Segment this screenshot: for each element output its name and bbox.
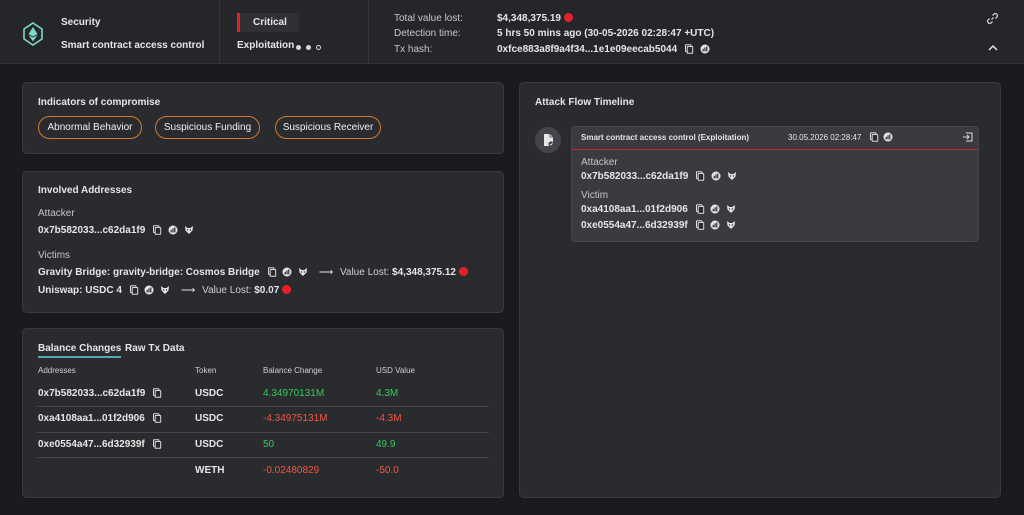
total-value-lost-label: Total value lost: [394, 13, 463, 24]
column-header-usd-value: USD Value [376, 366, 415, 375]
explorer-icon[interactable] [710, 220, 720, 230]
copy-icon[interactable] [684, 44, 694, 54]
attacker-address[interactable]: 0x7b582033...c62da1f9 [38, 225, 194, 236]
alert-dot-icon [282, 285, 292, 294]
explorer-icon[interactable] [168, 225, 178, 235]
table-row-balance-change: 50 [263, 439, 275, 450]
fox-icon[interactable] [160, 285, 170, 295]
event-title: Smart contract access control (Exploitat… [581, 133, 750, 142]
arrow-right-icon: ⟶ [318, 267, 334, 278]
chevron-up-icon[interactable] [988, 44, 998, 51]
card-victim-address[interactable]: 0xa4108aa1...01f2d906 [581, 204, 736, 215]
total-value-lost: $4,348,375.19 [497, 13, 573, 24]
involved-title: Involved Addresses [38, 185, 133, 196]
table-row-usd-value: 4.3M [376, 388, 399, 399]
indicator-pill-suspicious-funding[interactable]: Suspicious Funding [155, 116, 260, 139]
fox-icon[interactable] [298, 267, 308, 277]
alert-dot-icon [458, 267, 468, 276]
event-time: 30.05.2026 02:28:47 [788, 133, 862, 142]
table-row-usd-value: -50.0 [376, 465, 399, 476]
fox-icon[interactable] [726, 204, 736, 214]
column-header-token: Token [195, 366, 217, 375]
explorer-icon[interactable] [144, 285, 154, 295]
copy-icon[interactable] [267, 267, 277, 277]
tab-raw-tx-data[interactable]: Raw Tx Data [125, 343, 184, 354]
link-icon[interactable] [987, 13, 998, 24]
card-victim-label: Victim [581, 190, 609, 201]
ethereum-logo-icon [23, 22, 43, 46]
indicator-pill-suspicious-receiver[interactable]: Suspicious Receiver [275, 116, 381, 139]
stage-progress-dots [296, 42, 326, 53]
timeline-event-card[interactable]: Smart contract access control (Exploitat… [571, 126, 979, 242]
explorer-icon[interactable] [282, 267, 292, 277]
copy-icon[interactable] [152, 225, 162, 235]
table-row-token: USDC [195, 388, 224, 399]
copy-icon[interactable] [869, 132, 879, 142]
explorer-icon[interactable] [700, 44, 710, 54]
column-header-addresses: Addresses [38, 366, 76, 375]
copy-icon[interactable] [695, 171, 705, 181]
table-row-usd-value: -4.3M [376, 413, 402, 424]
table-row-balance-change: 4.34970131M [263, 388, 325, 399]
fox-icon[interactable] [727, 171, 737, 181]
table-row-address[interactable]: 0xe0554a47...6d32939f [38, 439, 162, 450]
copy-icon[interactable] [695, 220, 705, 230]
indicators-title: Indicators of compromise [38, 97, 161, 108]
table-row-token: WETH [195, 465, 225, 476]
arrow-right-icon: ⟶ [181, 285, 196, 296]
card-attacker-label: Attacker [581, 157, 618, 168]
copy-icon[interactable] [152, 439, 162, 449]
card-attacker-address[interactable]: 0x7b582033...c62da1f9 [581, 171, 737, 182]
column-header-balance-change: Balance Change [263, 366, 323, 375]
copy-icon[interactable] [152, 413, 162, 423]
tab-balance-changes[interactable]: Balance Changes [38, 343, 122, 358]
severity-badge: Critical [237, 13, 299, 32]
involved-addresses-panel: Involved Addresses Attacker 0x7b582033..… [22, 171, 504, 313]
table-row-address[interactable]: 0x7b582033...c62da1f9 [38, 388, 162, 399]
tx-hash-label: Tx hash: [394, 44, 433, 55]
fox-icon[interactable] [726, 220, 736, 230]
explorer-icon[interactable] [710, 204, 720, 214]
copy-icon[interactable] [129, 285, 139, 295]
category-label: Security [61, 17, 101, 28]
explorer-icon[interactable] [883, 132, 893, 142]
timeline-event-header: Smart contract access control (Exploitat… [572, 127, 978, 150]
stage-label: Exploitation [237, 40, 295, 51]
incident-header: Security Smart contract access control C… [0, 0, 1024, 64]
fox-icon[interactable] [184, 225, 194, 235]
victim-row[interactable]: Gravity Bridge: gravity-bridge: Cosmos B… [38, 267, 468, 278]
card-victim-address[interactable]: 0xe0554a47...6d32939f [581, 220, 736, 231]
table-row-balance-change: -0.02480829 [263, 465, 320, 476]
table-row-usd-value: 49.9 [376, 439, 396, 450]
tx-hash: 0xfce883a8f9a4f34...1e1e09eecab5044 [497, 44, 710, 55]
table-row-balance-change: -4.34975131M [263, 413, 328, 424]
attacker-label: Attacker [38, 208, 75, 219]
table-row-token: USDC [195, 439, 224, 450]
victim-row[interactable]: Uniswap: USDC 4 ⟶ Value Lost: $0.07 [38, 285, 292, 296]
exit-icon[interactable] [962, 132, 973, 142]
copy-icon[interactable] [152, 388, 162, 398]
copy-icon[interactable] [695, 204, 705, 214]
victims-label: Victims [38, 250, 71, 261]
alert-dot-icon [563, 13, 573, 22]
document-icon [535, 127, 561, 153]
explorer-icon[interactable] [711, 171, 721, 181]
detection-time: 5 hrs 50 mins ago (30-05-2026 02:28:47 +… [497, 28, 715, 39]
table-row-address[interactable]: 0xa4108aa1...01f2d906 [38, 413, 162, 424]
indicator-pill-abnormal-behavior[interactable]: Abnormal Behavior [38, 116, 142, 139]
attack-type-label: Smart contract access control [61, 40, 205, 51]
indicators-panel: Indicators of compromise Abnormal Behavi… [22, 82, 504, 154]
table-row-token: USDC [195, 413, 224, 424]
detection-time-label: Detection time: [394, 28, 461, 39]
timeline-title: Attack Flow Timeline [535, 97, 635, 108]
